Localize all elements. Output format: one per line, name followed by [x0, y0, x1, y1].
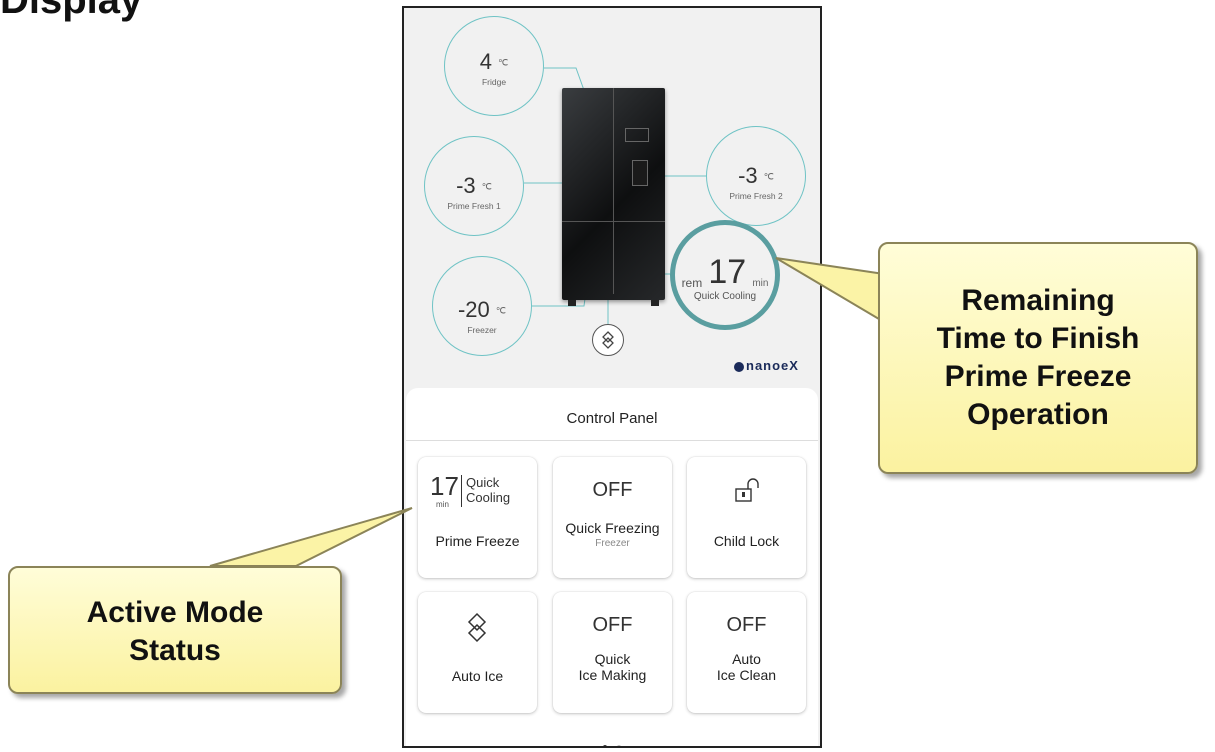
- active-mode-callout-text: Active Mode Status: [86, 596, 264, 667]
- remaining-time-callout-text: Remaining Time to Finish Prime Freeze Op…: [936, 284, 1140, 431]
- active-mode-callout: Active Mode Status: [8, 566, 342, 694]
- remaining-time-callout: Remaining Time to Finish Prime Freeze Op…: [878, 242, 1198, 474]
